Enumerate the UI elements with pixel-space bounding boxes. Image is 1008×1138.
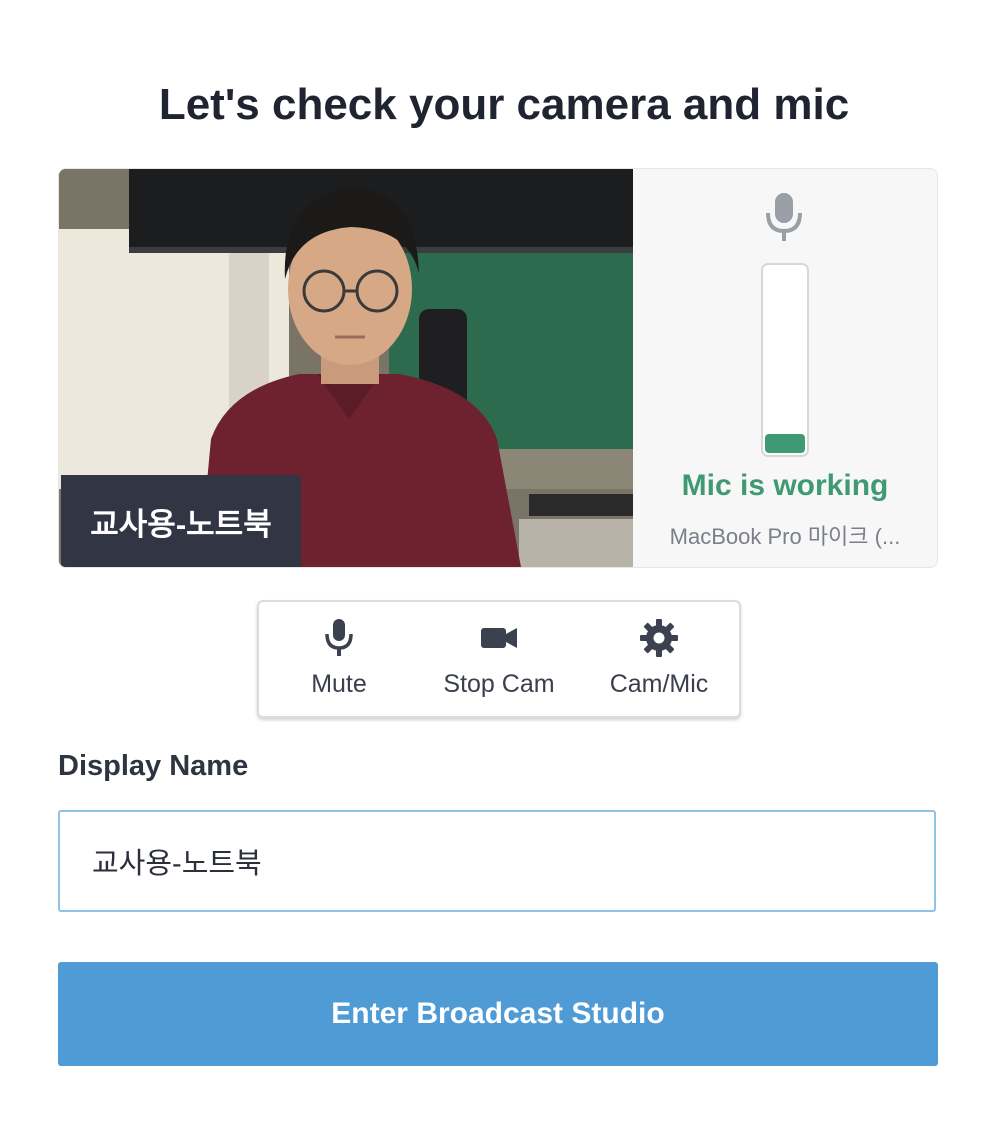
microphone-icon [761,191,807,248]
participant-name-tag: 교사용-노트북 [61,475,301,567]
device-preview: 교사용-노트북 Mic is working MacBook Pro 마이크 (… [58,168,938,568]
cam-mic-settings-button[interactable]: Cam/Mic [579,602,739,716]
cam-mic-button-label: Cam/Mic [609,670,709,698]
mic-device-name: MacBook Pro 마이크 (... [669,524,901,549]
mic-level-fill [765,434,805,453]
video-camera-icon [419,618,579,658]
display-name-input[interactable] [60,812,912,910]
mic-level-meter [761,263,809,457]
mute-button-label: Mute [311,670,367,698]
media-controls: Mute Stop Cam Cam/Mic [257,600,741,718]
enter-broadcast-studio-button[interactable]: Enter Broadcast Studio [58,962,938,1066]
stop-cam-button-label: Stop Cam [443,670,555,698]
mic-check-panel: Mic is working MacBook Pro 마이크 (... [633,169,937,567]
camera-preview: 교사용-노트북 [59,169,633,567]
microphone-icon [259,618,419,658]
gear-icon [579,618,739,658]
page-title: Let's check your camera and mic [158,80,850,129]
stop-cam-button[interactable]: Stop Cam [419,602,579,716]
display-name-label: Display Name [58,750,249,782]
mic-status-text: Mic is working [681,469,889,502]
display-name-field [58,810,936,912]
mute-button[interactable]: Mute [259,602,419,716]
